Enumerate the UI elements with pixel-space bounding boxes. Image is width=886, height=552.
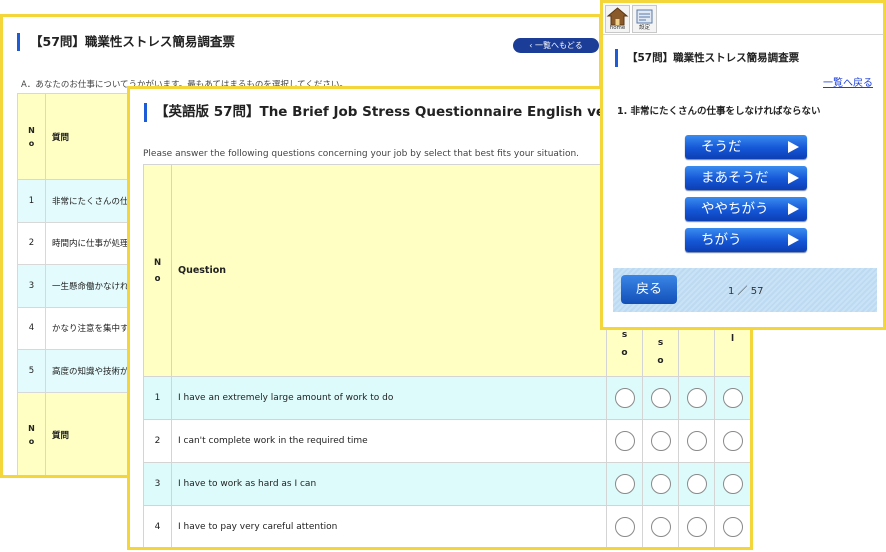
row-number: 5 <box>17 349 46 393</box>
row-question: I have an extremely large amount of work… <box>171 376 607 420</box>
page-title: 【57問】職業性ストレス簡易調査票 <box>17 33 235 51</box>
play-arrow-icon <box>788 141 799 153</box>
header-question: Question <box>171 164 607 377</box>
answer-label: まあそうだ <box>701 170 769 186</box>
answer-button-maa-sou-da[interactable]: まあそうだ <box>685 166 807 190</box>
back-to-list-link[interactable]: 一覧へ戻る <box>823 74 873 89</box>
row-question: I can't complete work in the required ti… <box>171 419 607 463</box>
page-indicator: 1 ／ 57 <box>728 286 764 297</box>
row-number: 1 <box>143 376 172 420</box>
table-row: 1 I have an extremely large amount of wo… <box>143 376 750 420</box>
top-toolbar: home 設定 <box>603 3 883 35</box>
answer-button-yaya-chigau[interactable]: ややちがう <box>685 197 807 221</box>
answer-radio[interactable] <box>614 517 635 537</box>
play-arrow-icon <box>788 234 799 246</box>
play-arrow-icon <box>788 203 799 215</box>
instructions: Please answer the following questions co… <box>143 149 580 159</box>
home-button[interactable]: home <box>605 5 630 33</box>
mobile-questionnaire-window: home 設定 【57問】職業性ストレス簡易調査票 一覧へ戻る 1. 非常にたく… <box>600 0 886 330</box>
row-question: I have to work as hard as I can <box>171 462 607 506</box>
row-number: 2 <box>143 419 172 463</box>
question-text: 1. 非常にたくさんの仕事をしなければならない <box>617 106 821 117</box>
answer-button-chigau[interactable]: ちがう <box>685 228 807 252</box>
answer-label: そうだ <box>701 139 742 155</box>
page-title: 【57問】職業性ストレス簡易調査票 <box>615 49 799 67</box>
row-question: I have to pay very careful attention <box>171 505 607 547</box>
answer-radio[interactable] <box>650 474 671 494</box>
answer-button-sou-da[interactable]: そうだ <box>685 135 807 159</box>
back-button[interactable]: 戻る <box>621 275 677 304</box>
settings-button[interactable]: 設定 <box>632 5 657 33</box>
answer-label: ちがう <box>701 232 742 248</box>
answer-radio[interactable] <box>722 474 743 494</box>
answer-radio[interactable] <box>722 517 743 537</box>
row-number: 2 <box>17 221 46 265</box>
row-number: 4 <box>143 505 172 547</box>
page-title: 【英語版 57問】The Brief Job Stress Questionna… <box>144 103 643 122</box>
answer-radio[interactable] <box>650 517 671 537</box>
back-to-list-button[interactable]: ‹ 一覧へもどる <box>513 38 599 53</box>
answer-radio[interactable] <box>686 388 707 408</box>
answer-radio[interactable] <box>722 388 743 408</box>
table-row: 3 I have to work as hard as I can <box>143 462 750 506</box>
header-no: No <box>17 391 46 475</box>
row-number: 3 <box>17 264 46 308</box>
answer-radio[interactable] <box>722 431 743 451</box>
home-label: home <box>609 25 626 31</box>
home-icon <box>606 7 629 26</box>
answer-radio[interactable] <box>614 474 635 494</box>
answer-radio[interactable] <box>614 431 635 451</box>
play-arrow-icon <box>788 172 799 184</box>
table-row: 4 I have to pay very careful attention <box>143 505 750 547</box>
answer-radio[interactable] <box>650 388 671 408</box>
footer-bar: 戻る 1 ／ 57 <box>613 268 877 312</box>
settings-label: 設定 <box>638 25 650 31</box>
header-no: No <box>143 164 172 377</box>
header-no: No <box>17 93 46 180</box>
answer-radio[interactable] <box>686 517 707 537</box>
answer-label: ややちがう <box>701 201 769 217</box>
table-row: 2 I can't complete work in the required … <box>143 419 750 463</box>
row-number: 1 <box>17 179 46 223</box>
answer-radio[interactable] <box>686 474 707 494</box>
answer-radio[interactable] <box>650 431 671 451</box>
answer-radio[interactable] <box>614 388 635 408</box>
row-number: 4 <box>17 306 46 350</box>
row-number: 3 <box>143 462 172 506</box>
answer-radio[interactable] <box>686 431 707 451</box>
